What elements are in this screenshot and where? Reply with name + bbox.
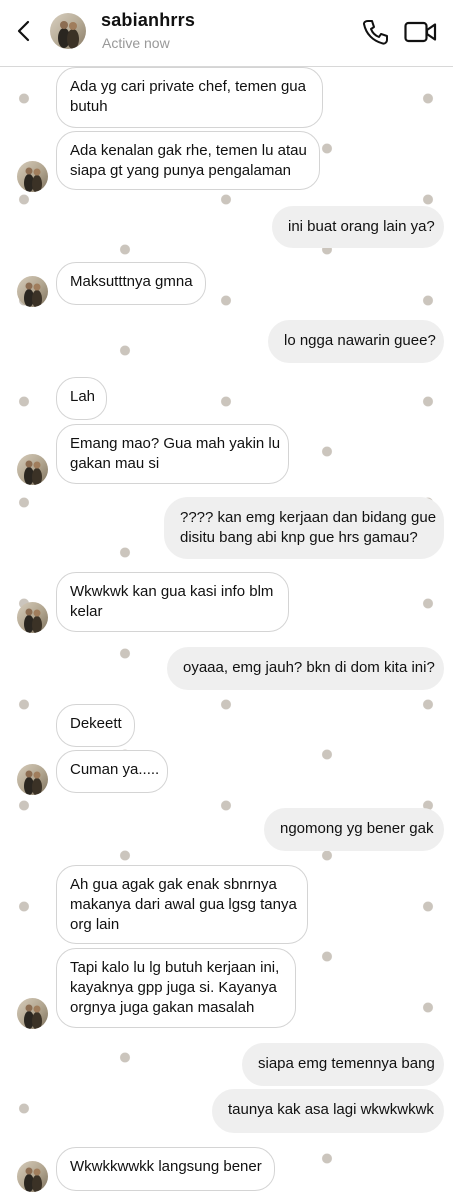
- contact-avatar[interactable]: [50, 13, 86, 49]
- sender-avatar: [17, 161, 48, 192]
- received-message[interactable]: Ah gua agak gak enak sbnrnya makanya dari…: [56, 865, 308, 944]
- sent-message[interactable]: ngomong yg bener gak: [264, 808, 444, 851]
- sent-message[interactable]: ini buat orang lain ya?: [272, 206, 444, 248]
- sender-avatar: [17, 276, 48, 307]
- received-message[interactable]: Dekeett: [56, 704, 135, 747]
- sent-message[interactable]: lo ngga nawarin guee?: [268, 320, 444, 363]
- video-call-icon[interactable]: [403, 17, 437, 47]
- received-message[interactable]: Tapi kalo lu lg butuh kerjaan ini, kayakn…: [56, 948, 296, 1028]
- received-message[interactable]: Ada kenalan gak rhe, temen lu atau siapa …: [56, 131, 320, 190]
- received-message[interactable]: Wkwkkwwkk langsung bener: [56, 1147, 275, 1191]
- sender-avatar: [17, 998, 48, 1029]
- active-status: Active now: [102, 35, 170, 51]
- sent-message[interactable]: siapa emg temennya bang: [242, 1043, 444, 1086]
- sender-avatar: [17, 764, 48, 795]
- sender-avatar: [17, 1161, 48, 1192]
- received-message[interactable]: Cuman ya.....: [56, 750, 168, 793]
- received-message[interactable]: Maksutttnya gmna: [56, 262, 206, 305]
- received-message[interactable]: Emang mao? Gua mah yakin lu gakan mau si: [56, 424, 289, 484]
- received-message[interactable]: Wkwkwk kan gua kasi info blm kelar: [56, 572, 289, 632]
- sender-avatar: [17, 602, 48, 633]
- sent-message[interactable]: taunya kak asa lagi wkwkwkwk: [212, 1089, 444, 1133]
- sent-message[interactable]: ???? kan emg kerjaan dan bidang gue disit…: [164, 497, 444, 559]
- sent-message[interactable]: oyaaa, emg jauh? bkn di dom kita ini?: [167, 647, 444, 690]
- back-arrow-icon[interactable]: [10, 17, 38, 45]
- chat-header: sabianhrrs Active now: [0, 0, 453, 67]
- received-message[interactable]: Lah: [56, 377, 107, 420]
- received-message[interactable]: Ada yg cari private chef, temen gua butuh: [56, 67, 323, 128]
- contact-username[interactable]: sabianhrrs: [101, 10, 195, 31]
- phone-call-icon[interactable]: [360, 17, 390, 47]
- sender-avatar: [17, 454, 48, 485]
